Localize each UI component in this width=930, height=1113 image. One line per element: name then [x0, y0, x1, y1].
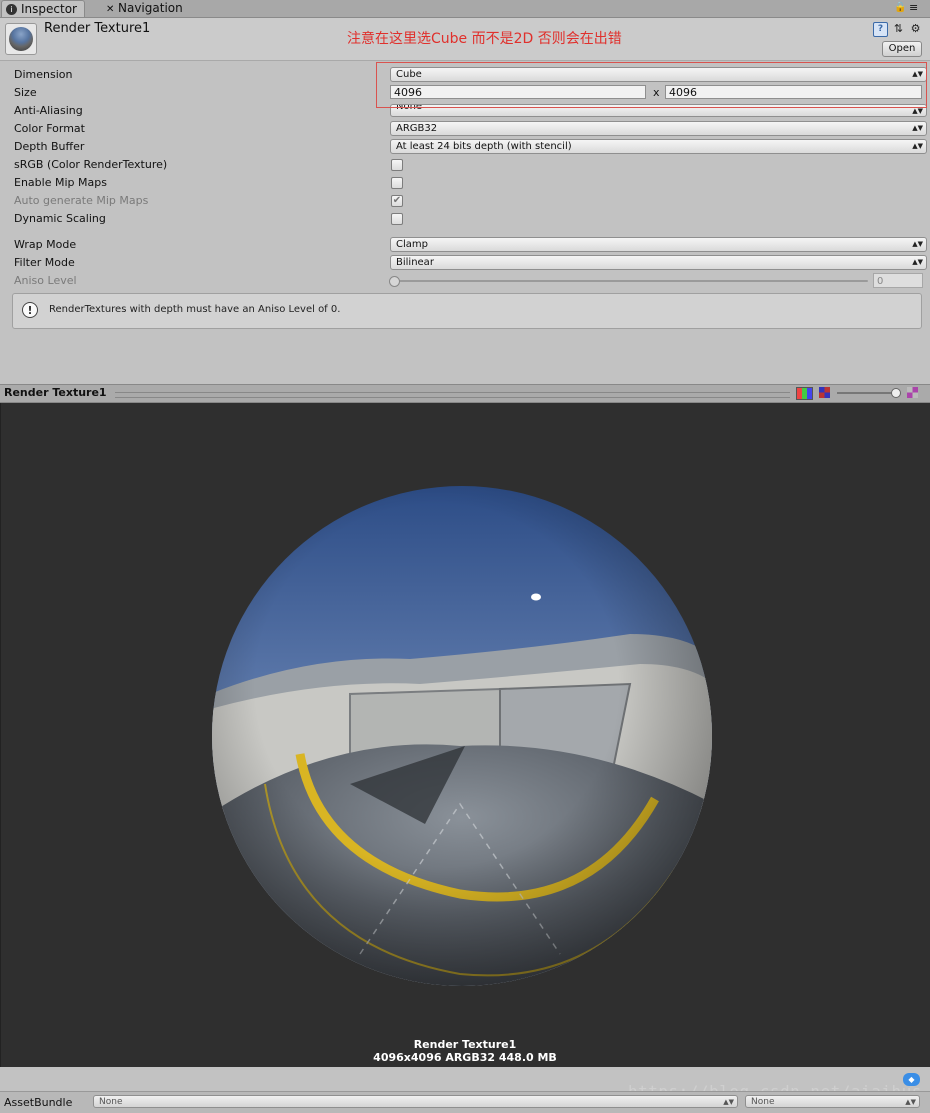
asset-thumbnail — [5, 23, 37, 55]
wrap-mode-dropdown[interactable]: Clamp ▲▼ — [390, 237, 927, 252]
enable-mip-maps-label: Enable Mip Maps — [14, 176, 107, 189]
annotation-highlight-box — [376, 62, 927, 108]
mip-slider-handle[interactable] — [891, 388, 901, 398]
aniso-level-label: Aniso Level — [14, 274, 77, 287]
asset-bundle-label: AssetBundle — [4, 1096, 73, 1109]
tag-icon[interactable]: ◆ — [903, 1073, 920, 1086]
dropdown-arrow-icon: ▲▼ — [912, 124, 923, 132]
dropdown-arrow-icon: ▲▼ — [912, 142, 923, 150]
preview-header: Render Texture1 — [0, 384, 930, 403]
srgb-label: sRGB (Color RenderTexture) — [14, 158, 168, 171]
filter-mode-label: Filter Mode — [14, 256, 75, 269]
preview-info-details: 4096x4096 ARGB32 448.0 MB — [373, 1051, 557, 1064]
aniso-level-slider-handle[interactable] — [389, 276, 400, 287]
open-button[interactable]: Open — [882, 41, 922, 57]
filter-mode-value: Bilinear — [396, 257, 434, 268]
preview-info-name: Render Texture1 — [413, 1038, 517, 1051]
dropdown-arrow-icon: ▲▼ — [723, 1098, 734, 1106]
asset-bundle-name-value: None — [99, 1097, 123, 1107]
dropdown-arrow-icon: ▲▼ — [912, 258, 923, 266]
dynamic-scaling-checkbox[interactable] — [391, 213, 403, 225]
color-format-dropdown[interactable]: ARGB32 ▲▼ — [390, 121, 927, 136]
enable-mip-maps-checkbox[interactable] — [391, 177, 403, 189]
asset-bundle-variant-dropdown[interactable]: None ▲▼ — [745, 1095, 920, 1108]
asset-title: Render Texture1 — [44, 21, 151, 36]
alpha-toggle-icon[interactable] — [819, 387, 830, 398]
annotation-text: 注意在这里选Cube 而不是2D 否则会在出错 — [347, 31, 622, 47]
anti-aliasing-label: Anti-Aliasing — [14, 104, 83, 117]
tab-navigation[interactable]: ✕ Navigation — [102, 0, 202, 17]
dynamic-scaling-label: Dynamic Scaling — [14, 212, 106, 225]
checkmark-icon: ✔ — [392, 195, 402, 206]
filter-mode-dropdown[interactable]: Bilinear ▲▼ — [390, 255, 927, 270]
asset-bundle-name-dropdown[interactable]: None ▲▼ — [93, 1095, 738, 1108]
dropdown-arrow-icon: ▲▼ — [912, 240, 923, 248]
depth-buffer-dropdown[interactable]: At least 24 bits depth (with stencil) ▲▼ — [390, 139, 927, 154]
tab-inspector-label: Inspector — [21, 2, 77, 16]
tab-navigation-label: Navigation — [118, 1, 183, 15]
color-channels-icon[interactable] — [796, 387, 813, 400]
color-format-label: Color Format — [14, 122, 85, 135]
info-icon: ! — [22, 302, 38, 318]
help-icon[interactable]: ? — [873, 22, 888, 37]
navigation-icon: ✕ — [106, 4, 115, 15]
auto-generate-mip-maps-checkbox[interactable]: ✔ — [391, 195, 403, 207]
tab-bar: i Inspector ✕ Navigation 🔒 ≡ — [0, 0, 930, 18]
dimension-label: Dimension — [14, 68, 73, 81]
color-format-value: ARGB32 — [396, 123, 438, 134]
mip-slider-track[interactable] — [837, 392, 897, 394]
srgb-checkbox[interactable] — [391, 159, 403, 171]
size-label: Size — [14, 86, 37, 99]
tab-inspector[interactable]: i Inspector — [1, 0, 85, 17]
preview-title: Render Texture1 — [4, 386, 107, 399]
auto-generate-mip-maps-label: Auto generate Mip Maps — [14, 194, 149, 207]
help-text: RenderTextures with depth must have an A… — [49, 304, 341, 315]
preview-resize-grip[interactable] — [115, 392, 790, 398]
asset-bundle-bar: AssetBundle None ▲▼ None ▲▼ — [0, 1091, 930, 1113]
wrap-mode-value: Clamp — [396, 239, 428, 250]
aniso-level-field[interactable]: 0 — [873, 273, 923, 288]
aniso-level-slider-track[interactable] — [392, 280, 868, 282]
preset-icon[interactable]: ⇅ — [892, 22, 905, 35]
mip-level-icon[interactable] — [907, 387, 918, 398]
help-box: ! RenderTextures with depth must have an… — [12, 293, 922, 329]
info-icon: i — [6, 4, 17, 15]
asset-bundle-variant-value: None — [751, 1097, 775, 1107]
depth-buffer-value: At least 24 bits depth (with stencil) — [396, 141, 572, 152]
cubemap-sphere-preview — [212, 486, 712, 986]
dropdown-arrow-icon: ▲▼ — [905, 1098, 916, 1106]
menu-icon[interactable]: ≡ — [909, 2, 918, 13]
wrap-mode-label: Wrap Mode — [14, 238, 77, 251]
depth-buffer-label: Depth Buffer — [14, 140, 85, 153]
lock-icon[interactable]: 🔒 — [894, 2, 906, 13]
gear-icon[interactable]: ⚙ — [909, 22, 922, 35]
